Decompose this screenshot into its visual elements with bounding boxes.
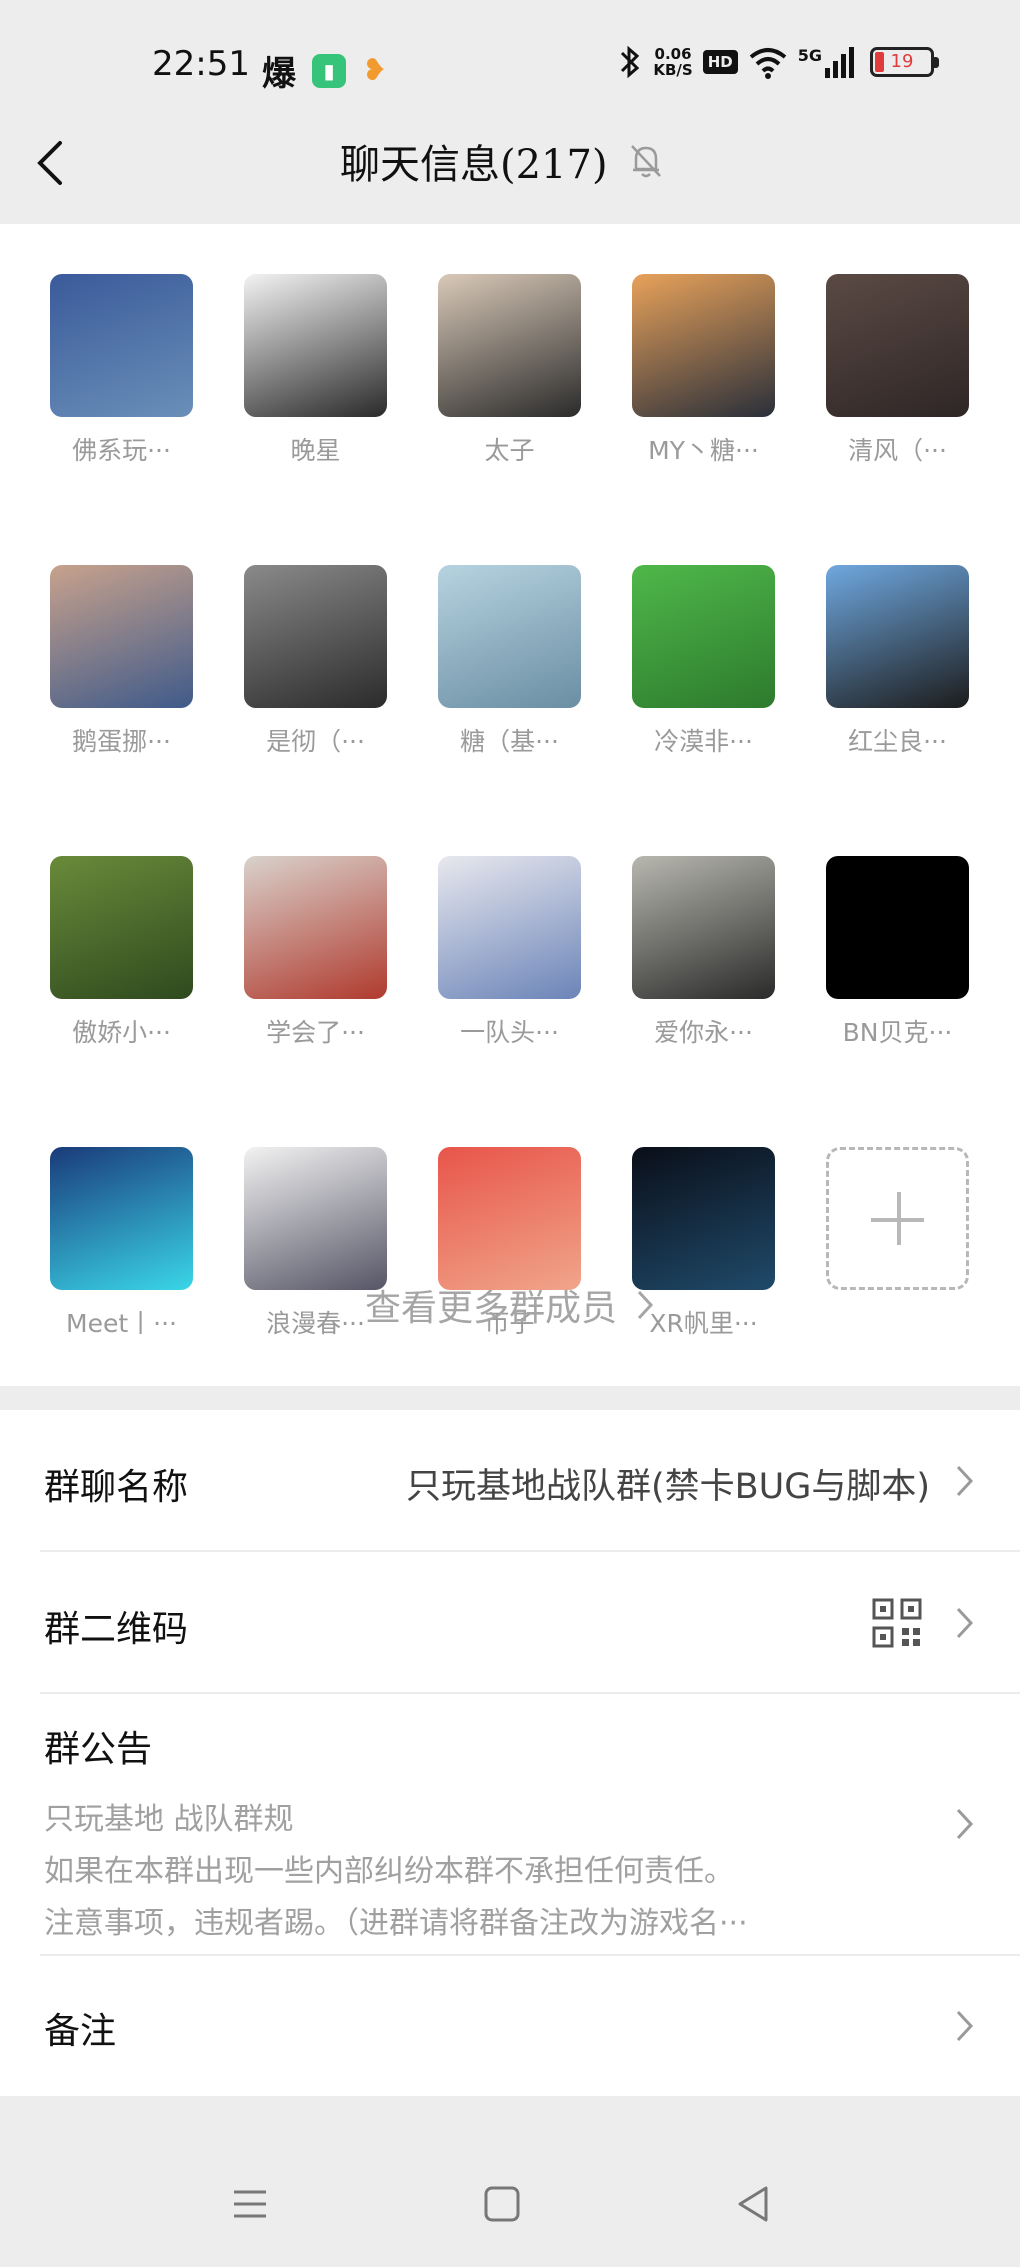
member-avatar[interactable] (826, 856, 969, 999)
chevron-right-icon (956, 1607, 974, 1639)
member-avatar[interactable] (50, 1147, 193, 1290)
wifi-icon (749, 48, 787, 79)
network-speed: 0.06 KB/S (653, 46, 692, 78)
member-avatar[interactable] (438, 274, 581, 417)
settings-panel: 群聊名称 只玩基地战队群(禁卡BUG与脚本) 群二维码 群公告 只玩基地 战队群… (0, 1410, 1020, 2096)
battery-app-icon: ▮ (312, 53, 346, 88)
member-item[interactable]: 佛系玩··· (50, 274, 193, 467)
member-item[interactable]: 学会了··· (244, 856, 387, 1049)
member-name: MY丶糖··· (648, 436, 759, 465)
signal-label: 5G (797, 46, 822, 65)
back-arrow-icon[interactable] (30, 138, 74, 188)
member-name: 鹅蛋挪··· (72, 727, 171, 756)
qr-code-label: 群二维码 (44, 1609, 189, 1650)
member-avatar[interactable] (244, 1147, 387, 1290)
member-avatar[interactable] (826, 274, 969, 417)
battery-indicator: 19 (870, 47, 939, 77)
member-avatar[interactable] (438, 565, 581, 708)
view-more-label: 查看更多群成员 (364, 1288, 617, 1329)
signal-group: 5G (798, 46, 854, 78)
system-navigation-bar (0, 2142, 1020, 2267)
chevron-right-icon (956, 1465, 974, 1497)
member-name: BN贝克··· (842, 1018, 953, 1047)
chevron-right-icon (956, 1808, 974, 1840)
battery-level: 19 (890, 51, 914, 72)
home-square-icon[interactable] (480, 2182, 524, 2226)
member-item[interactable]: 冷漠非··· (632, 565, 775, 758)
member-item[interactable]: 傲娇小··· (50, 856, 193, 1049)
member-item[interactable]: 是彻（··· (244, 565, 387, 758)
hd-badge: HD (702, 50, 738, 74)
member-avatar[interactable] (438, 1147, 581, 1290)
status-left-icons: 爆 ▮ ❥ (262, 46, 396, 95)
member-avatar[interactable] (438, 856, 581, 999)
signal-bars-icon (825, 47, 854, 78)
status-bar: 22:51 爆 ▮ ❥ 0.06 KB/S HD 5G 19 (0, 0, 1020, 130)
member-name: 太子 (484, 436, 535, 465)
member-item[interactable]: BN贝克··· (826, 856, 969, 1049)
members-panel: 佛系玩··· 晚星 太子 MY丶糖··· 清风（··· 鹅蛋挪··· 是彻（··· 糖（基··… (0, 224, 1020, 1386)
status-right-icons: 0.06 KB/S HD 5G 19 (617, 44, 939, 80)
member-avatar[interactable] (50, 565, 193, 708)
member-item[interactable]: 红尘良··· (826, 565, 969, 758)
qr-code-row[interactable]: 群二维码 (0, 1552, 1020, 1694)
member-item[interactable]: 一队头··· (438, 856, 581, 1049)
member-name: 晚星 (290, 436, 341, 465)
notice-line: 如果在本群出现一些内部纠纷本群不承担任何责任。 (44, 1854, 734, 1889)
header-title-group: 聊天信息(217) (340, 132, 664, 190)
group-notice-label: 群公告 (44, 1729, 153, 1770)
member-item[interactable]: 清风（··· (826, 274, 969, 467)
member-avatar[interactable] (244, 565, 387, 708)
member-avatar[interactable] (50, 274, 193, 417)
network-speed-value: 0.06 (654, 45, 692, 63)
remark-row[interactable]: 备注 (0, 1956, 1020, 2096)
group-name-value: 只玩基地战队群(禁卡BUG与脚本) (405, 1467, 930, 1507)
member-avatar[interactable] (632, 274, 775, 417)
member-avatar[interactable] (244, 856, 387, 999)
heart-icon: ❥ (362, 52, 388, 88)
page-title: 聊天信息(217) (340, 142, 608, 188)
member-name: 冷漠非··· (654, 727, 753, 756)
member-item[interactable]: MY丶糖··· (632, 274, 775, 467)
member-item[interactable]: 晚星 (244, 274, 387, 467)
group-notice-row[interactable]: 群公告 只玩基地 战队群规 如果在本群出现一些内部纠纷本群不承担任何责任。 注意… (0, 1694, 1020, 1954)
chevron-right-icon (956, 2010, 974, 2042)
member-item[interactable]: 爱你永··· (632, 856, 775, 1049)
member-name: 佛系玩··· (72, 436, 171, 465)
member-avatar[interactable] (826, 565, 969, 708)
member-grid: 佛系玩··· 晚星 太子 MY丶糖··· 清风（··· 鹅蛋挪··· 是彻（··· 糖（基··… (50, 274, 969, 1340)
network-speed-unit: KB/S (653, 61, 693, 79)
chevron-right-icon (637, 1290, 654, 1320)
member-avatar[interactable] (632, 565, 775, 708)
plus-icon[interactable] (826, 1147, 969, 1290)
member-name: 一队头··· (460, 1018, 559, 1047)
member-avatar[interactable] (632, 1147, 775, 1290)
group-name-label: 群聊名称 (44, 1467, 189, 1508)
member-name: 红尘良··· (848, 727, 947, 756)
member-name: 傲娇小··· (72, 1018, 171, 1047)
remark-label: 备注 (44, 2011, 117, 2052)
member-name: 学会了··· (266, 1018, 365, 1047)
member-name: 是彻（··· (266, 727, 365, 756)
explosion-icon: 爆 (262, 54, 296, 94)
member-item[interactable]: 鹅蛋挪··· (50, 565, 193, 758)
bell-off-icon (630, 145, 661, 178)
view-more-members[interactable]: 查看更多群成员 (0, 1279, 1020, 1331)
member-name: 清风（··· (848, 436, 947, 465)
member-item[interactable]: 糖（基··· (438, 565, 581, 758)
status-time: 22:51 (152, 44, 250, 84)
back-triangle-icon[interactable] (732, 2182, 776, 2226)
notice-line: 只玩基地 战队群规 (44, 1802, 294, 1837)
member-avatar[interactable] (632, 856, 775, 999)
qr-code-icon (872, 1598, 922, 1648)
group-name-row[interactable]: 群聊名称 只玩基地战队群(禁卡BUG与脚本) (0, 1410, 1020, 1552)
menu-icon[interactable] (228, 2182, 272, 2226)
member-item[interactable]: 太子 (438, 274, 581, 467)
bluetooth-icon (621, 45, 640, 79)
member-name: 爱你永··· (654, 1018, 753, 1047)
notice-line: 注意事项，违规者踢。（进群请将群备注改为游戏名··· (44, 1906, 748, 1941)
member-name: 糖（基··· (460, 727, 559, 756)
member-avatar[interactable] (244, 274, 387, 417)
member-avatar[interactable] (50, 856, 193, 999)
